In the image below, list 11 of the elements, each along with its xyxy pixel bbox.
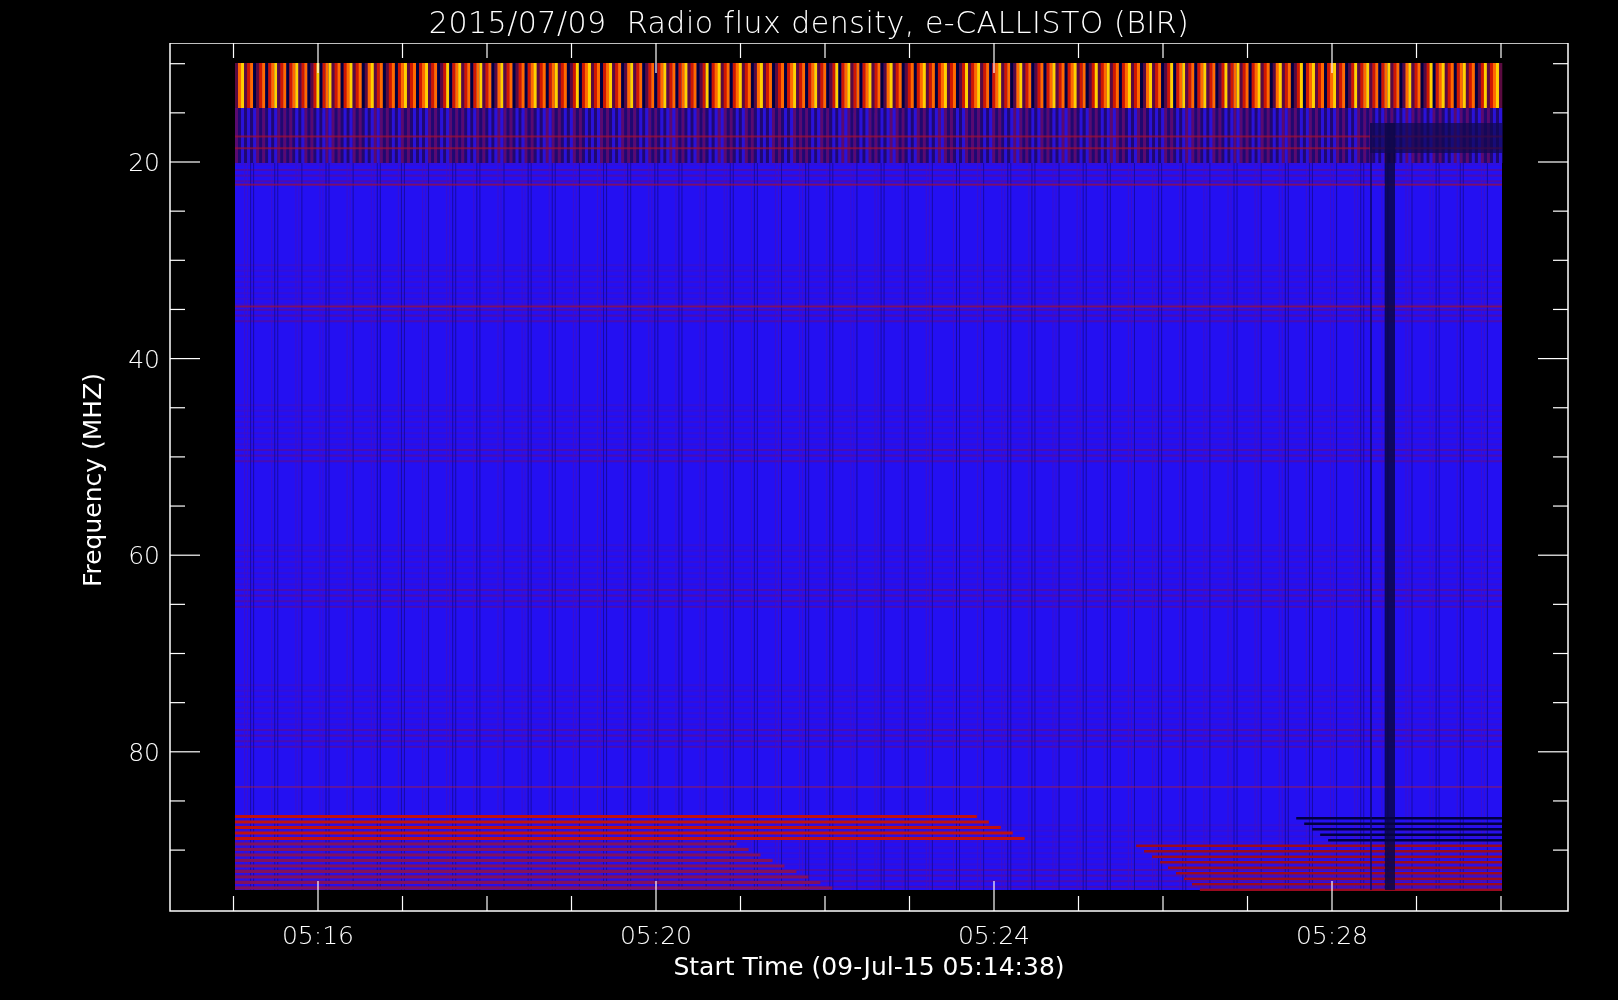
y-axis-label: Frequency (MHZ) (78, 372, 107, 588)
y-tick-label: 20 (128, 148, 160, 177)
x-tick-label: 05:20 (620, 921, 692, 950)
x-tick-label: 05:24 (958, 921, 1030, 950)
y-tick-label: 60 (128, 541, 160, 571)
x-tick-label: 05:16 (282, 921, 354, 950)
x-tick-label: 05:28 (1296, 921, 1368, 950)
x-axis-label: Start Time (09-Jul-15 05:14:38) (673, 952, 1065, 981)
chart-title: 2015/07/09 Radio flux density, e-CALLISTO (BIR) (428, 4, 1190, 42)
y-tick-label: 80 (128, 737, 160, 767)
y-tick-label: 40 (128, 344, 160, 374)
